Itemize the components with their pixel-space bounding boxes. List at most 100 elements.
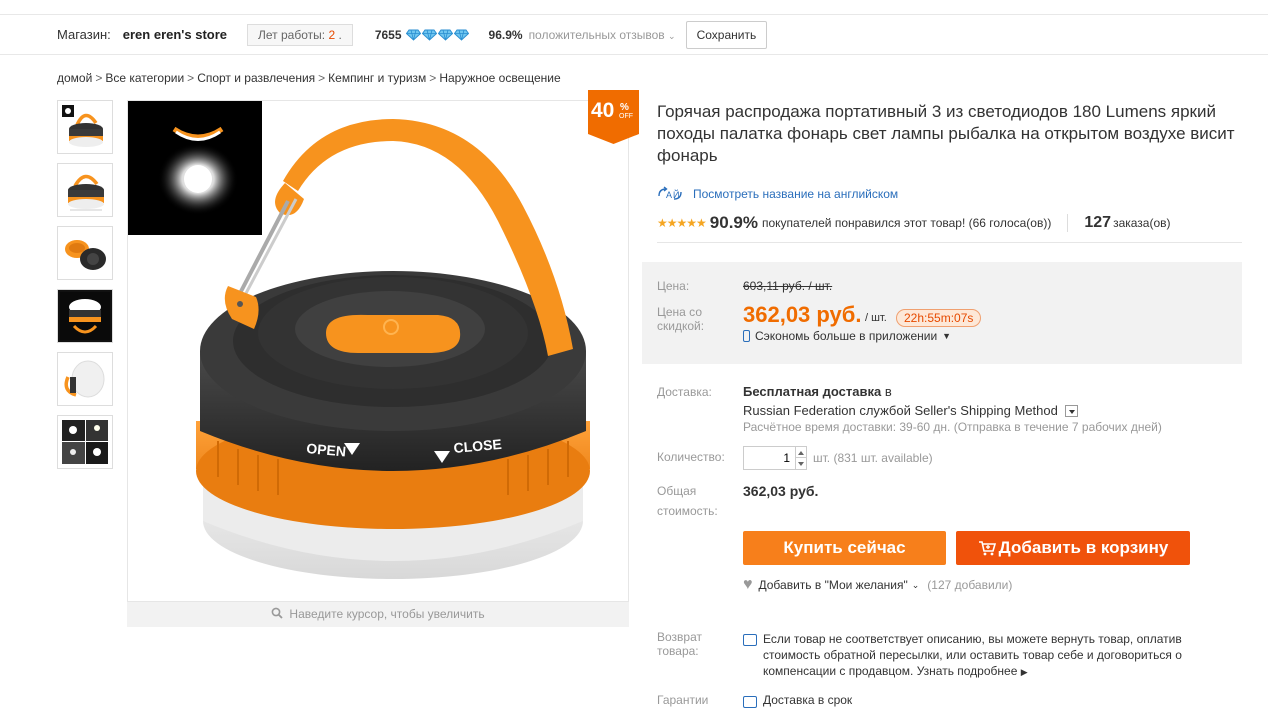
- orders-count: 127: [1084, 214, 1112, 231]
- quantity-decrease-button[interactable]: [796, 458, 806, 469]
- diamond-icon: [405, 29, 421, 41]
- returns-icon: [743, 634, 757, 646]
- breadcrumb-sport[interactable]: Спорт и развлечения: [197, 71, 315, 85]
- wishlist-label[interactable]: Добавить в "Мои желания": [759, 578, 908, 592]
- free-shipping-text: Бесплатная доставка: [743, 384, 882, 399]
- old-price: 603,11 руб. / шт.: [743, 279, 833, 293]
- breadcrumb-outdoor-lighting[interactable]: Наружное освещение: [439, 71, 560, 85]
- returns-label-line2: товара:: [657, 644, 699, 658]
- discount-label-line2: скидкой:: [657, 319, 705, 333]
- thumbnail-6[interactable]: [57, 415, 113, 469]
- thumbnail-5[interactable]: [57, 352, 113, 406]
- discount-badge: 40 % OFF: [588, 90, 639, 144]
- rating-stars-icon: ★★★★★: [657, 216, 707, 230]
- wishlist-row[interactable]: ♥ Добавить в "Мои желания" ⌄ (127 добави…: [743, 576, 1012, 594]
- thumbnail-1[interactable]: [57, 100, 113, 154]
- add-to-cart-label: Добавить в корзину: [998, 538, 1169, 557]
- diamond-icon: [437, 29, 453, 41]
- main-product-image[interactable]: OPEN CLOSE: [127, 100, 629, 602]
- add-to-cart-button[interactable]: Добавить в корзину: [956, 531, 1190, 565]
- buy-now-button[interactable]: Купить сейчас: [743, 531, 946, 565]
- countdown-timer: 22h:55m:07s: [896, 309, 982, 327]
- breadcrumb-separator: >: [95, 71, 103, 85]
- store-label: Магазин:: [57, 27, 111, 42]
- returns-policy: Если товар не соответствует описанию, вы…: [763, 631, 1203, 680]
- save-store-button[interactable]: Сохранить: [685, 20, 768, 49]
- quantity-input[interactable]: [744, 447, 796, 469]
- total-price: 362,03 руб.: [743, 483, 819, 499]
- guarantee-icon: [743, 696, 757, 708]
- usage-collage-thumbnail-image: [62, 420, 108, 464]
- badge-number: 40: [591, 99, 615, 122]
- breadcrumb-separator: >: [187, 71, 195, 85]
- diamond-icon: [421, 29, 437, 41]
- rating-text[interactable]: покупателей понравился этот товар! (66 г…: [762, 216, 1051, 230]
- feedback-label: положительных отзывов: [528, 27, 665, 42]
- rating-percent: 90.9%: [709, 213, 758, 232]
- zoom-hint: Наведите курсор, чтобы увеличить: [127, 602, 629, 627]
- shipping-estimate: Расчётное время доставки: 39-60 дн. (Отп…: [743, 420, 1162, 434]
- returns-label-line1: Возврат: [657, 630, 702, 644]
- returns-more-link[interactable]: Узнать подробнее: [917, 664, 1018, 678]
- breadcrumb-home[interactable]: домой: [57, 71, 92, 85]
- discount-price-label: Цена со скидкой:: [657, 305, 704, 333]
- svg-text:A: A: [666, 190, 672, 200]
- discount-price: 362,03 руб.: [743, 302, 862, 327]
- store-years-badge: Лет работы: 2 .: [247, 23, 353, 46]
- store-years-value: 2: [328, 27, 336, 42]
- store-years-label: Лет работы:: [258, 27, 326, 42]
- feedback-dropdown[interactable]: положительных отзывов ⌄: [529, 28, 676, 42]
- divider: [1067, 214, 1069, 232]
- thumbnail-4[interactable]: [57, 289, 113, 343]
- thumbnail-2[interactable]: [57, 163, 113, 217]
- arrow-up-icon: [798, 451, 804, 455]
- quantity-unit: шт. (831 шт. available): [813, 451, 933, 465]
- translate-title-link[interactable]: A Й Посмотреть название на английском: [657, 186, 898, 202]
- rating-row: ★★★★★ 90.9% покупателей понравился этот …: [657, 212, 1171, 234]
- badge-off: OFF: [619, 113, 633, 120]
- breadcrumb: домой > Все категории > Спорт и развлечения >…: [57, 71, 561, 85]
- chevron-right-icon: ▶: [1020, 667, 1028, 677]
- app-savings-text: Сэкономь больше в приложении: [755, 329, 938, 343]
- breadcrumb-separator: >: [429, 71, 437, 85]
- translate-icon: A Й: [658, 186, 682, 200]
- total-label-line1: Общая: [657, 484, 697, 498]
- heart-icon: ♥: [743, 576, 753, 593]
- breadcrumb-camping[interactable]: Кемпинг и туризм: [328, 71, 426, 85]
- wishlist-count: (127 добавили): [927, 578, 1013, 592]
- badge-percent: %: [620, 102, 629, 113]
- returns-label: Возврат товара:: [657, 630, 702, 658]
- lantern-thumbnail-image: [62, 105, 103, 147]
- per-unit: / шт.: [865, 312, 887, 324]
- positive-feedback-pct: 96.9%: [488, 27, 523, 42]
- store-years-suffix: .: [338, 27, 342, 42]
- breadcrumb-all-categories[interactable]: Все категории: [105, 71, 184, 85]
- quantity-label: Количество:: [657, 450, 725, 464]
- shipping-method[interactable]: Russian Federation службой Seller's Ship…: [743, 403, 1078, 418]
- free-shipping: Бесплатная доставка в: [743, 384, 892, 399]
- thumbnail-3[interactable]: [57, 226, 113, 280]
- store-bar: Магазин: eren eren's store Лет работы: 2…: [0, 14, 1268, 55]
- app-savings-dropdown[interactable]: Сэкономь больше в приложении ▼: [743, 329, 951, 343]
- diamond-icon: [453, 29, 469, 41]
- divider: [657, 242, 1242, 243]
- store-name-link[interactable]: eren eren's store: [123, 27, 227, 42]
- total-label-line2: стоимость:: [657, 504, 718, 518]
- translate-link-text[interactable]: Посмотреть название на английском: [693, 187, 898, 201]
- magnifier-icon: [272, 607, 284, 619]
- cart-icon: [978, 541, 996, 556]
- zoom-hint-text: Наведите курсор, чтобы увеличить: [289, 607, 485, 621]
- lantern-product-image: OPEN CLOSE: [196, 119, 590, 579]
- price-box: Цена: 603,11 руб. / шт. Цена со скидкой: …: [642, 262, 1242, 364]
- quantity-stepper: [743, 446, 807, 470]
- orders-label: заказа(ов): [1113, 216, 1171, 230]
- shipping-label: Доставка:: [657, 385, 712, 399]
- dropdown-arrow-icon[interactable]: [1064, 404, 1078, 417]
- lantern-side-thumbnail-image: [64, 360, 105, 398]
- arrow-down-icon: [798, 462, 804, 466]
- chevron-down-icon[interactable]: ⌄: [912, 580, 920, 591]
- discount-label-line1: Цена со: [657, 305, 702, 319]
- quantity-increase-button[interactable]: [796, 447, 806, 458]
- lantern-lit-thumbnail-image: [60, 292, 110, 340]
- phone-icon: [743, 330, 750, 342]
